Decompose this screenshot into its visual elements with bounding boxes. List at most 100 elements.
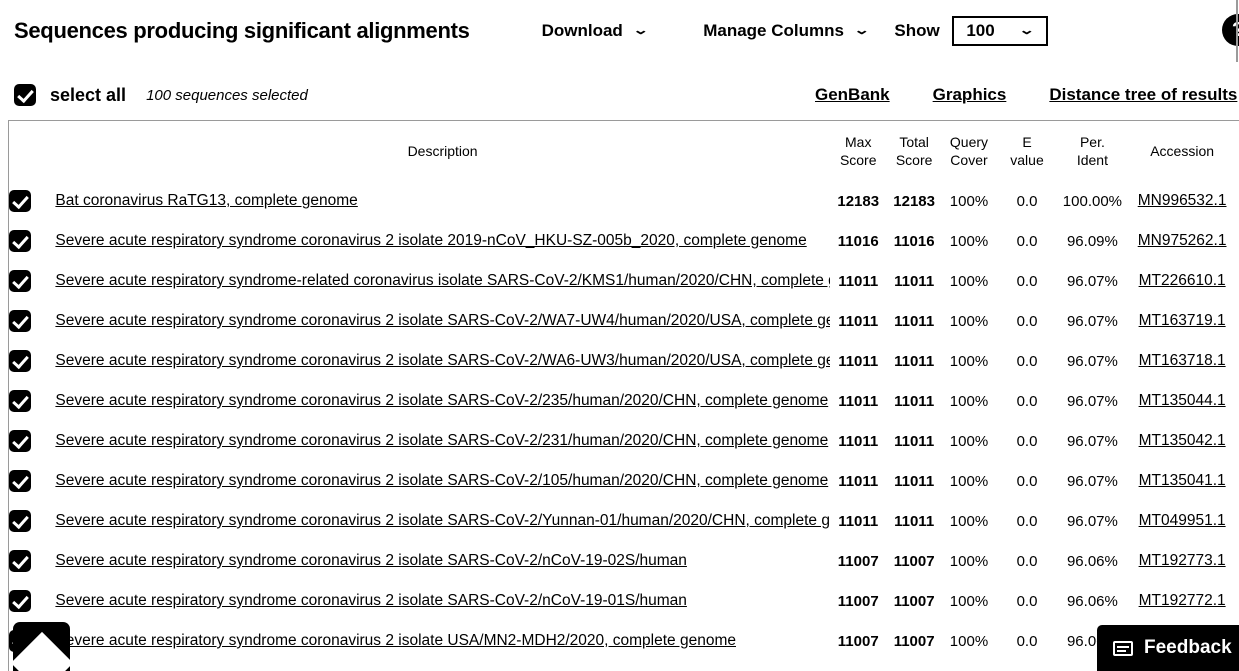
download-label: Download <box>541 21 623 40</box>
per-ident-line2: Ident <box>1076 152 1108 168</box>
column-header-description[interactable]: Description <box>55 121 829 181</box>
row-checkbox[interactable] <box>9 550 31 572</box>
query-cover-cell: 100% <box>949 472 989 490</box>
header-row: Description Max Score Total Score Query … <box>9 121 1237 181</box>
description-link[interactable]: Severe acute respiratory syndrome-relate… <box>55 272 829 290</box>
row-checkbox[interactable] <box>9 470 31 492</box>
row-checkbox[interactable] <box>9 310 31 332</box>
accession-link[interactable]: MT163719.1 <box>1139 312 1226 329</box>
row-checkbox[interactable] <box>9 190 31 212</box>
column-header-max-score[interactable]: Max Score <box>830 121 887 181</box>
description-link[interactable]: Severe acute respiratory syndrome corona… <box>55 312 829 330</box>
total-score-cell: 11016 <box>893 232 935 250</box>
graphics-link[interactable]: Graphics <box>933 85 1007 105</box>
max-score-line2: Score <box>839 152 877 168</box>
query-cover-cell: 100% <box>949 352 989 370</box>
download-menu-button[interactable]: Download ⌄ <box>541 21 649 41</box>
row-checkbox-cell <box>9 261 55 301</box>
row-checkbox-cell <box>9 301 55 341</box>
column-header-e-value[interactable]: E value <box>996 121 1057 181</box>
max-score-cell: 12183 <box>837 192 880 210</box>
row-checkbox[interactable] <box>9 350 31 372</box>
accession-link[interactable]: MT163718.1 <box>1139 352 1226 369</box>
accession-link[interactable]: MN996532.1 <box>1138 192 1227 209</box>
row-checkbox[interactable] <box>9 510 31 532</box>
scroll-to-top-button[interactable] <box>13 622 70 671</box>
accession-link[interactable]: MT049951.1 <box>1139 512 1226 529</box>
accession-link[interactable]: MT135044.1 <box>1139 392 1226 409</box>
description-cell: Severe acute respiratory syndrome corona… <box>55 421 829 461</box>
total-score-cell: 12183 <box>893 192 935 210</box>
description-link[interactable]: Severe acute respiratory syndrome corona… <box>55 472 828 490</box>
accession-link[interactable]: MT135041.1 <box>1139 472 1226 489</box>
description-link[interactable]: Severe acute respiratory syndrome corona… <box>55 392 828 410</box>
chevron-down-icon: ⌄ <box>853 24 871 37</box>
column-header-accession[interactable]: Accession <box>1127 121 1237 181</box>
manage-columns-menu-button[interactable]: Manage Columns ⌄ <box>703 21 871 41</box>
description-link[interactable]: Severe acute respiratory syndrome corona… <box>55 592 687 610</box>
max-score-cell: 11011 <box>838 432 879 450</box>
header-divider <box>1236 0 1238 62</box>
max-score-cell: 11011 <box>838 392 879 410</box>
description-link[interactable]: Severe acute respiratory syndrome corona… <box>55 632 736 650</box>
description-link[interactable]: Severe acute respiratory syndrome corona… <box>55 432 828 450</box>
column-header-total-score[interactable]: Total Score <box>887 121 942 181</box>
query-cover-cell: 100% <box>949 272 989 290</box>
select-all-checkbox[interactable] <box>14 84 36 106</box>
per-ident-cell: 96.09% <box>1066 232 1118 250</box>
row-checkbox[interactable] <box>9 390 31 412</box>
per-ident-cell: 96.07% <box>1066 512 1118 530</box>
row-checkbox[interactable] <box>9 230 31 252</box>
column-header-query-cover[interactable]: Query Cover <box>942 121 997 181</box>
description-link[interactable]: Bat coronavirus RaTG13, complete genome <box>55 192 357 210</box>
show-count-select[interactable]: 100 ⌄ <box>951 16 1048 46</box>
genbank-link[interactable]: GenBank <box>815 85 890 105</box>
accession-link[interactable]: MT135042.1 <box>1139 432 1226 449</box>
description-link[interactable]: Severe acute respiratory syndrome corona… <box>55 512 829 530</box>
accession-link[interactable]: MT226610.1 <box>1139 272 1226 289</box>
query-cover-cell: 100% <box>949 512 989 530</box>
max-score-cell: 11007 <box>837 632 879 650</box>
per-ident-cell: 96.07% <box>1066 432 1118 450</box>
description-cell: Severe acute respiratory syndrome corona… <box>55 221 829 261</box>
accession-cell: MT163718.1 <box>1127 341 1237 381</box>
table-row: Severe acute respiratory syndrome-relate… <box>9 261 1237 301</box>
table-row: Severe acute respiratory syndrome corona… <box>9 341 1237 381</box>
accession-cell: MT135044.1 <box>1127 381 1237 421</box>
accession-link[interactable]: MN975262.1 <box>1138 232 1227 249</box>
description-cell: Severe acute respiratory syndrome corona… <box>55 581 829 621</box>
per-ident-cell: 96.07% <box>1066 392 1118 410</box>
table-row: Severe acute respiratory syndrome corona… <box>9 501 1237 541</box>
e-value-cell: 0.0 <box>1016 272 1038 290</box>
total-score-line1: Total <box>899 133 929 150</box>
e-value-cell: 0.0 <box>1016 552 1038 570</box>
max-score-cell: 11007 <box>837 592 879 610</box>
row-checkbox-cell <box>9 341 55 381</box>
results-table: Description Max Score Total Score Query … <box>9 121 1237 661</box>
results-header-bar: Sequences producing significant alignmen… <box>0 0 1239 62</box>
row-checkbox[interactable] <box>9 430 31 452</box>
accession-cell: MT226610.1 <box>1127 261 1237 301</box>
accession-link[interactable]: MT192772.1 <box>1139 592 1226 609</box>
per-ident-cell: 96.06% <box>1066 552 1118 570</box>
results-table-header: Description Max Score Total Score Query … <box>9 121 1237 181</box>
table-row: Severe acute respiratory syndrome corona… <box>9 381 1237 421</box>
description-link[interactable]: Severe acute respiratory syndrome corona… <box>55 352 829 370</box>
accession-link[interactable]: MT192773.1 <box>1139 552 1226 569</box>
table-row: Severe acute respiratory syndrome corona… <box>9 221 1237 261</box>
total-score-cell: 11007 <box>893 592 935 610</box>
max-score-cell: 11011 <box>838 272 879 290</box>
feedback-button[interactable]: Feedback <box>1097 625 1239 671</box>
per-ident-cell: 96.07% <box>1066 272 1118 290</box>
description-cell: Severe acute respiratory syndrome corona… <box>55 381 829 421</box>
row-checkbox-cell <box>9 461 55 501</box>
page-title: Sequences producing significant alignmen… <box>14 18 470 43</box>
column-header-per-ident[interactable]: Per. Ident <box>1058 121 1128 181</box>
table-row: Severe acute respiratory syndrome corona… <box>9 621 1237 661</box>
distance-tree-link[interactable]: Distance tree of results <box>1049 85 1237 105</box>
row-checkbox[interactable] <box>9 270 31 292</box>
blast-results-page: Sequences producing significant alignmen… <box>0 0 1239 671</box>
row-checkbox[interactable] <box>9 590 31 612</box>
description-link[interactable]: Severe acute respiratory syndrome corona… <box>55 232 806 250</box>
description-link[interactable]: Severe acute respiratory syndrome corona… <box>55 552 687 570</box>
